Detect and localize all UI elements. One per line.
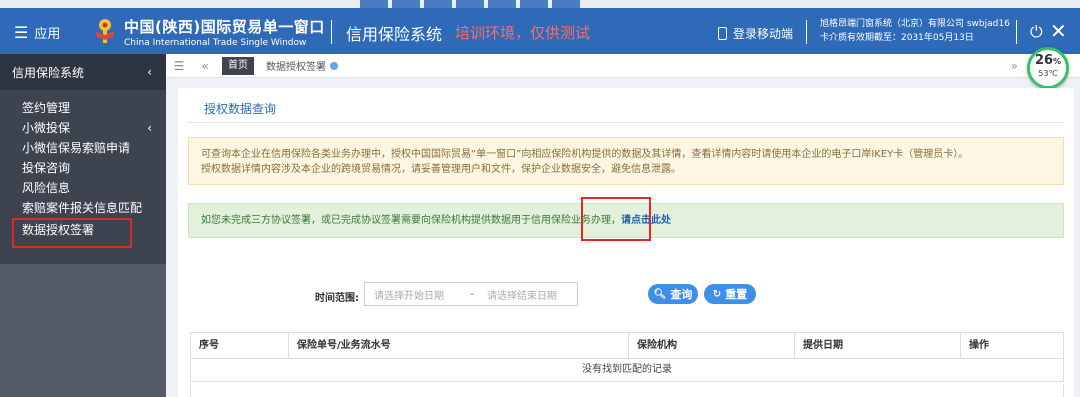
sidebar-item-label: 小微投保 — [22, 121, 71, 135]
sidebar-item-label: 小微信保易索赔申请 — [22, 141, 131, 155]
browser-strip — [0, 0, 1080, 8]
cpu-temperature: 53℃ — [1038, 69, 1058, 78]
start-date-input[interactable]: 请选择开始日期 — [365, 287, 465, 302]
sidebar-item-contract[interactable]: 签约管理 — [0, 98, 166, 118]
reset-button[interactable]: ↻ 重置 — [704, 284, 756, 304]
column-header: 提供日期 — [795, 333, 961, 358]
sidebar-item-consult[interactable]: 投保咨询 — [0, 158, 166, 178]
search-icon: 🔍︎ — [653, 288, 667, 300]
sidebar-filler — [0, 264, 166, 397]
sidebar-item-label: 索赔案件报关信息匹配 — [22, 201, 143, 215]
sidebar-item-risk-info[interactable]: 风险信息 — [0, 178, 166, 198]
company-info: 旭格昂端门窗系统（北京）有限公司 swbjad16 卡介质有效期截至：2031年… — [820, 17, 1010, 45]
warning-line: 授权数据详情内容涉及本企业的跨境贸易情况，请妥善管理用户和文件，保护企业数据安全… — [201, 164, 681, 175]
system-name: 信用保险系统 — [346, 25, 443, 44]
sidebar-item-data-authorization[interactable]: 数据授权签署 — [12, 218, 132, 248]
cpu-percent-value: 26 — [1034, 53, 1054, 68]
tab-bar: ☰ « 首页 数据授权签署 » — [166, 54, 1080, 78]
header-divider — [1016, 20, 1017, 44]
performance-meter[interactable]: 26% 53℃ — [1027, 47, 1069, 89]
sidebar-item-claim-application[interactable]: 小微信保易索赔申请 — [0, 138, 166, 158]
browser-tab[interactable] — [360, 0, 388, 8]
main-content: 授权数据查询 可查询本企业在信用保险各类业务办理中，授权中国国际贸易“单一窗口”… — [178, 88, 1074, 397]
browser-tab[interactable] — [552, 0, 580, 8]
browser-tab-group — [360, 0, 584, 8]
sidebar-item-micro-insurance[interactable]: 小微投保 ‹ — [0, 118, 166, 138]
query-button[interactable]: 🔍︎ 查询 — [648, 284, 698, 304]
power-icon[interactable]: ⏻ — [1030, 22, 1043, 42]
chevron-left-icon: ‹ — [147, 65, 152, 79]
mobile-login-label: 登录移动端 — [733, 27, 794, 41]
double-chevron-left-icon[interactable]: « — [192, 59, 218, 73]
company-name: 旭格昂端门窗系统（北京）有限公司 swbjad16 — [820, 19, 1010, 29]
close-icon[interactable]: ✕ — [1050, 19, 1067, 43]
menu-toggle-icon[interactable]: ☰ — [166, 59, 192, 73]
header-divider — [806, 20, 807, 44]
table-footer — [190, 384, 1064, 397]
time-range-label: 时间范围: — [315, 293, 359, 304]
sidebar-title: 信用保险系统 — [12, 65, 85, 80]
authorization-table: 序号 保险单号/业务流水号 保险机构 提供日期 操作 没有找到匹配的记录 — [190, 332, 1064, 382]
brand-block: 中国(陕西)国际贸易单一窗口 China International Trade… — [124, 16, 325, 48]
query-button-label: 查询 — [670, 288, 693, 301]
page-title: 授权数据查询 — [204, 102, 277, 116]
end-date-input[interactable]: 请选择结束日期 — [479, 287, 557, 302]
date-separator: - — [470, 288, 474, 300]
hint-text: 如您未完成三方协议签署，或已完成协议签署需要向保险机构提供数据用于信用保险业务办… — [201, 215, 621, 226]
browser-tab[interactable] — [456, 0, 484, 8]
brand-subtitle: China International Trade Single Window — [124, 38, 307, 48]
sidebar-item-customs-match[interactable]: 索赔案件报关信息匹配 — [0, 198, 166, 218]
header-divider — [331, 20, 332, 44]
top-header: ☰ 应用 中国(陕西)国际贸易单一窗口 China International … — [0, 8, 1080, 54]
sidebar-item-label: 投保咨询 — [22, 161, 71, 175]
browser-tab[interactable] — [488, 0, 516, 8]
sidebar-item-label: 数据授权签署 — [22, 223, 95, 237]
highlight-box — [581, 197, 651, 241]
table-header-row: 序号 保险单号/业务流水号 保险机构 提供日期 操作 — [191, 333, 1063, 359]
warning-line: 可查询本企业在信用保险各类业务办理中，授权中国国际贸易“单一窗口”向相应保险机构… — [201, 149, 969, 160]
date-range-picker[interactable]: 请选择开始日期 - 请选择结束日期 — [364, 282, 578, 306]
sidebar-item-label: 签约管理 — [22, 101, 71, 115]
cpu-usage: 26% — [1030, 54, 1066, 69]
column-header: 序号 — [191, 333, 289, 358]
hamburger-icon: ☰ — [14, 22, 29, 42]
browser-tab[interactable] — [424, 0, 452, 8]
sidebar-item-label: 风险信息 — [22, 181, 71, 195]
double-chevron-right-icon[interactable]: » — [1011, 59, 1018, 73]
empty-table-message: 没有找到匹配的记录 — [582, 364, 672, 375]
column-header: 操作 — [969, 340, 989, 351]
refresh-icon: ↻ — [712, 288, 722, 300]
tab-label: 数据授权签署 — [266, 62, 326, 73]
reset-button-label: 重置 — [725, 288, 748, 301]
app-menu-button[interactable]: ☰ 应用 — [14, 23, 60, 42]
customs-emblem-icon — [95, 19, 115, 43]
browser-tab[interactable] — [520, 0, 548, 8]
column-header: 保险单号/业务流水号 — [289, 333, 629, 358]
sidebar-header[interactable]: 信用保险系统 ‹ — [0, 54, 166, 90]
card-validity: 卡介质有效期截至：2031年05月13日 — [820, 33, 974, 43]
cpu-percent-unit: % — [1053, 57, 1062, 66]
column-header: 保险机构 — [629, 333, 795, 358]
chevron-left-icon: ‹ — [147, 121, 152, 135]
app-menu-label: 应用 — [34, 27, 61, 42]
divider — [188, 122, 1064, 123]
browser-tab[interactable] — [392, 0, 420, 8]
brand-title: 中国(陕西)国际贸易单一窗口 — [124, 18, 325, 36]
mobile-icon — [718, 27, 727, 40]
tab-home[interactable]: 首页 — [222, 56, 254, 75]
tab-close-icon[interactable] — [330, 61, 338, 70]
mobile-login-link[interactable]: 登录移动端 — [718, 25, 793, 42]
training-environment-note: 培训环境，仅供测试 — [455, 24, 591, 42]
tab-data-authorization[interactable]: 数据授权签署 — [260, 58, 344, 73]
warning-notice: 可查询本企业在信用保险各类业务办理中，授权中国国际贸易“单一窗口”向相应保险机构… — [188, 137, 1064, 185]
sidebar: 信用保险系统 ‹ 签约管理 小微投保 ‹ 小微信保易索赔申请 投保咨询 风险信息… — [0, 54, 166, 397]
